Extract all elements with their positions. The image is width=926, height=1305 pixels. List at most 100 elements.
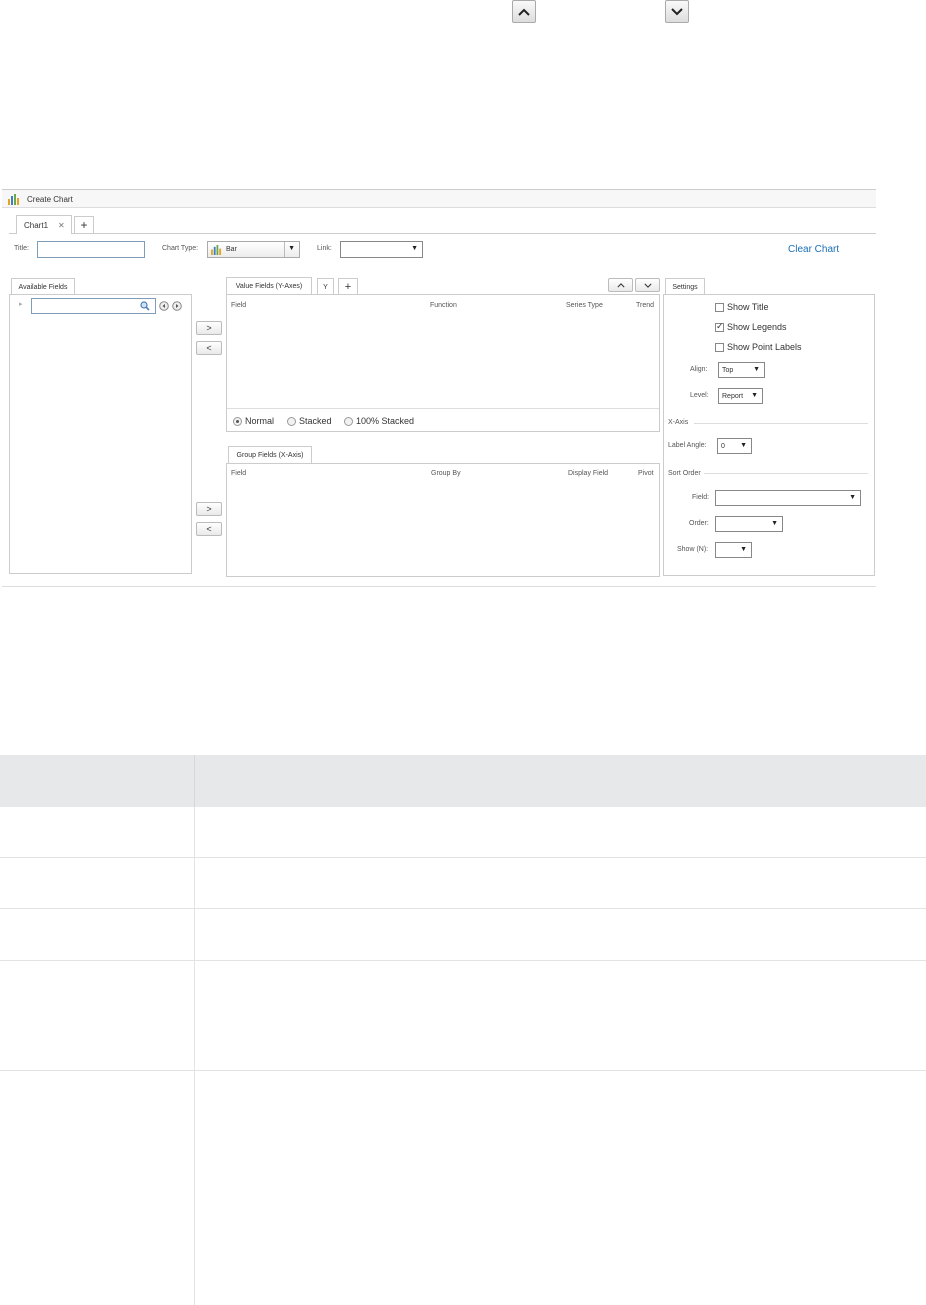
previous-icon[interactable] bbox=[159, 301, 169, 311]
move-up-button[interactable] bbox=[608, 278, 633, 292]
remove-from-group-button[interactable]: < bbox=[196, 522, 222, 536]
move-to-value-button[interactable]: > bbox=[196, 321, 222, 335]
align-select[interactable]: Top ▼ bbox=[718, 362, 765, 378]
move-down-button[interactable] bbox=[635, 278, 660, 292]
column-divider bbox=[194, 858, 195, 908]
show-title-option[interactable]: Show Title bbox=[715, 302, 769, 312]
show-legends-checkbox[interactable] bbox=[715, 321, 724, 332]
bar-chart-icon bbox=[211, 244, 222, 255]
x-axis-section-title: X-Axis bbox=[668, 419, 689, 426]
caret-down-icon: ▼ bbox=[751, 392, 758, 399]
tab-group-fields[interactable]: Group Fields (X-Axis) bbox=[228, 446, 312, 464]
table-row bbox=[0, 858, 926, 909]
show-legends-option[interactable]: Show Legends bbox=[715, 321, 787, 332]
show-n-select[interactable]: ▼ bbox=[715, 542, 752, 558]
scroll-down-button[interactable] bbox=[665, 0, 689, 23]
caret-down-icon: ▼ bbox=[740, 546, 747, 553]
radio-label: Normal bbox=[245, 416, 275, 426]
radio-label: Stacked bbox=[299, 416, 332, 426]
sort-order-select[interactable]: ▼ bbox=[715, 516, 783, 532]
close-icon[interactable]: ✕ bbox=[58, 221, 65, 230]
sort-field-select[interactable]: ▼ bbox=[715, 490, 861, 506]
column-header-function: Function bbox=[430, 302, 457, 309]
tab-settings[interactable]: Settings bbox=[665, 278, 705, 295]
chart-type-select[interactable]: Bar ▼ bbox=[207, 241, 300, 258]
stacking-100-stacked-option[interactable]: 100% Stacked bbox=[344, 416, 414, 426]
table-row bbox=[0, 1071, 926, 1305]
level-select[interactable]: Report ▼ bbox=[718, 388, 763, 404]
bar-chart-icon bbox=[8, 194, 19, 205]
description-table bbox=[0, 755, 926, 1305]
title-input[interactable] bbox=[37, 241, 145, 258]
chart-type-label: Chart Type: bbox=[162, 245, 199, 252]
chevron-up-icon bbox=[518, 8, 530, 16]
label-angle-select[interactable]: 0 ▼ bbox=[717, 438, 752, 454]
chevron-up-icon bbox=[616, 282, 625, 287]
column-divider bbox=[194, 909, 195, 960]
show-n-label: Show (N): bbox=[677, 546, 709, 553]
table-header-row bbox=[0, 755, 926, 807]
expand-arrow-icon[interactable]: ▸ bbox=[19, 300, 23, 308]
column-divider bbox=[194, 755, 195, 807]
stacking-stacked-option[interactable]: Stacked bbox=[287, 416, 332, 426]
value-fields-panel: Field Function Series Type Trend Normal … bbox=[226, 294, 660, 432]
tab-available-fields[interactable]: Available Fields bbox=[11, 278, 75, 295]
stacking-normal-option[interactable]: Normal bbox=[233, 416, 274, 426]
divider bbox=[227, 408, 659, 409]
remove-from-value-button[interactable]: < bbox=[196, 341, 222, 355]
table-row bbox=[0, 807, 926, 858]
settings-panel: Show Title Show Legends Show Point Label… bbox=[663, 294, 875, 576]
next-icon[interactable] bbox=[172, 301, 182, 311]
column-header-field: Field bbox=[231, 470, 247, 477]
group-fields-panel: Field Group By Display Field Pivot bbox=[226, 463, 660, 577]
radio-label: 100% Stacked bbox=[356, 416, 415, 426]
radio-100-stacked[interactable] bbox=[344, 416, 353, 426]
scroll-up-button[interactable] bbox=[512, 0, 536, 23]
label-angle-value: 0 bbox=[721, 442, 725, 450]
checkbox-label: Show Title bbox=[727, 302, 769, 312]
level-label: Level: bbox=[690, 392, 709, 399]
tab-chart1[interactable]: Chart1 ✕ bbox=[16, 215, 72, 234]
show-point-labels-option[interactable]: Show Point Labels bbox=[715, 342, 802, 352]
fields-search-input[interactable] bbox=[31, 298, 156, 314]
column-header-trend: Trend bbox=[636, 302, 655, 309]
radio-normal[interactable] bbox=[233, 416, 242, 426]
align-value: Top bbox=[722, 366, 734, 374]
tab-y-axis[interactable]: Y bbox=[317, 278, 334, 295]
divider bbox=[694, 423, 868, 424]
caret-down-icon: ▼ bbox=[411, 245, 418, 252]
align-label: Align: bbox=[690, 366, 708, 373]
tab-value-fields[interactable]: Value Fields (Y-Axes) bbox=[226, 277, 312, 295]
add-chart-tab-button[interactable]: + bbox=[74, 216, 94, 233]
window-title: Create Chart bbox=[27, 195, 73, 204]
checkbox-label: Show Legends bbox=[727, 322, 787, 332]
move-to-group-button[interactable]: > bbox=[196, 502, 222, 516]
column-divider bbox=[194, 961, 195, 1070]
order-label: Order: bbox=[689, 520, 709, 527]
title-label: Title: bbox=[14, 245, 29, 252]
create-chart-window: Create Chart Chart1 ✕ + Title: Chart Typ… bbox=[2, 189, 876, 587]
chevron-down-icon bbox=[671, 7, 683, 15]
field-label: Field: bbox=[692, 494, 710, 501]
level-value: Report bbox=[722, 392, 744, 400]
show-point-labels-checkbox[interactable] bbox=[715, 342, 724, 352]
clear-chart-link[interactable]: Clear Chart bbox=[788, 244, 839, 255]
column-header-group-by: Group By bbox=[431, 470, 461, 477]
add-y-axis-button[interactable]: + bbox=[338, 278, 358, 295]
caret-down-icon: ▼ bbox=[288, 245, 295, 252]
chevron-down-icon bbox=[643, 283, 652, 288]
search-icon[interactable] bbox=[140, 301, 150, 311]
link-select[interactable]: ▼ bbox=[340, 241, 423, 258]
caret-down-icon: ▼ bbox=[753, 366, 760, 373]
window-header: Create Chart bbox=[2, 189, 876, 208]
column-header-display-field: Display Field bbox=[568, 470, 609, 477]
radio-stacked[interactable] bbox=[287, 416, 296, 426]
column-divider bbox=[194, 1071, 195, 1305]
caret-down-icon: ▼ bbox=[849, 494, 856, 501]
divider bbox=[704, 473, 868, 474]
show-title-checkbox[interactable] bbox=[715, 302, 724, 312]
tab-label: Chart1 bbox=[24, 220, 49, 230]
table-row bbox=[0, 961, 926, 1071]
select-divider bbox=[284, 242, 285, 257]
tab-strip-line bbox=[9, 233, 876, 234]
